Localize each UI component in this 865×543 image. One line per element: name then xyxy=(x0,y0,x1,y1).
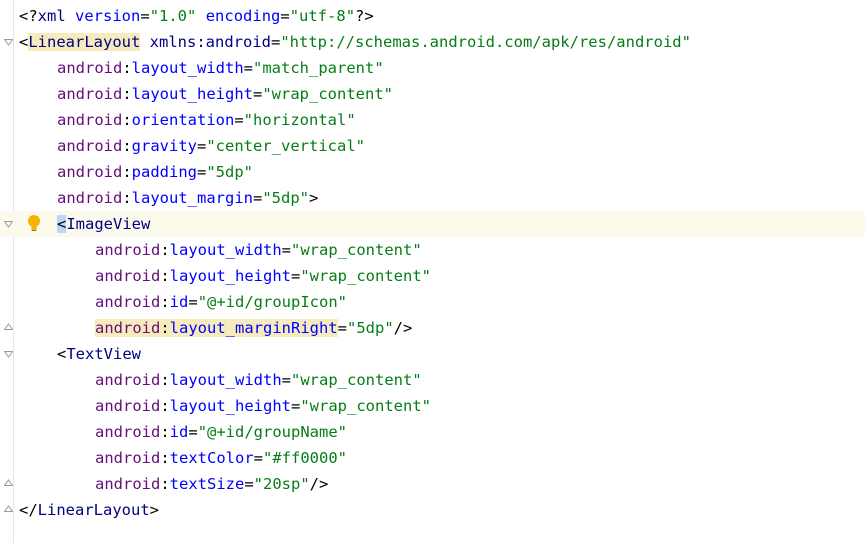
attr-value: "@+id/groupName" xyxy=(197,423,347,441)
attr-name: padding xyxy=(131,163,197,181)
code-line-5[interactable]: android:orientation="horizontal" xyxy=(0,107,865,133)
code-line-20[interactable]: </LinearLayout> xyxy=(0,497,865,523)
code-line-14[interactable]: <TextView xyxy=(0,341,865,367)
attr-namespace: android xyxy=(95,241,161,259)
attr-value: "5dp" xyxy=(347,319,394,337)
attr-namespace: android xyxy=(95,319,161,337)
attr-equals: = xyxy=(271,33,281,51)
code-line-15[interactable]: android:layout_width="wrap_content" xyxy=(0,367,865,393)
code-line-18[interactable]: android:textColor="#ff0000" xyxy=(0,445,865,471)
attr-name: layout_height xyxy=(169,267,291,285)
attr-namespace: android xyxy=(57,111,123,129)
tag-close-bracket: > xyxy=(309,189,319,207)
attr-name: layout_margin xyxy=(131,189,253,207)
code-line-16[interactable]: android:layout_height="wrap_content" xyxy=(0,393,865,419)
attr-name: layout_width xyxy=(169,241,282,259)
code-line-1[interactable]: <?xml version="1.0" encoding="utf-8"?> xyxy=(0,3,865,29)
attr-namespace: android xyxy=(95,371,161,389)
attr-name: textSize xyxy=(169,475,245,493)
attr-version-name: version xyxy=(75,7,141,25)
attr-namespace: android xyxy=(57,189,123,207)
fold-open-icon[interactable] xyxy=(4,37,13,46)
tag-open-bracket: < xyxy=(57,215,67,233)
attr-namespace: android xyxy=(95,475,161,493)
attr-encoding-name: encoding xyxy=(205,7,281,25)
attr-value: "20sp" xyxy=(253,475,310,493)
fold-end-icon[interactable] xyxy=(4,323,13,332)
attr-name: layout_width xyxy=(169,371,282,389)
code-editor[interactable]: <?xml version="1.0" encoding="utf-8"?> <… xyxy=(0,0,865,543)
attr-value: "horizontal" xyxy=(243,111,356,129)
attr-value: "wrap_content" xyxy=(291,241,422,259)
attr-namespace: android xyxy=(95,449,161,467)
attr-value: "wrap_content" xyxy=(300,397,431,415)
attr-xmlns-name: xmlns:android xyxy=(149,33,271,51)
closing-tag-open: </ xyxy=(19,501,38,519)
code-line-10[interactable]: android:layout_width="wrap_content" xyxy=(0,237,865,263)
attr-namespace: android xyxy=(95,267,161,285)
code-line-9-current[interactable]: <ImageView xyxy=(0,211,865,237)
attr-value: "match_parent" xyxy=(253,59,384,77)
code-line-2[interactable]: <LinearLayout xmlns:android="http://sche… xyxy=(0,29,865,55)
attr-name: layout_height xyxy=(131,85,253,103)
attr-namespace: android xyxy=(95,423,161,441)
closing-tag-close: > xyxy=(149,501,159,519)
tag-self-close: /> xyxy=(309,475,329,493)
attr-name: layout_width xyxy=(131,59,244,77)
attr-name: layout_height xyxy=(169,397,291,415)
xml-declaration-open: <? xyxy=(19,7,38,25)
tag-name-linearlayout-close: LinearLayout xyxy=(37,501,150,519)
code-line-8[interactable]: android:layout_margin="5dp"> xyxy=(0,185,865,211)
code-line-13[interactable]: android:layout_marginRight="5dp"/> xyxy=(0,315,865,341)
code-line-6[interactable]: android:gravity="center_vertical" xyxy=(0,133,865,159)
attr-value: "5dp" xyxy=(262,189,310,207)
code-line-4[interactable]: android:layout_height="wrap_content" xyxy=(0,81,865,107)
attr-value: "wrap_content" xyxy=(300,267,431,285)
fold-open-icon[interactable] xyxy=(4,219,13,228)
fold-end-icon[interactable] xyxy=(4,479,13,488)
attr-name: orientation xyxy=(131,111,235,129)
attr-namespace: android xyxy=(57,163,123,181)
tag-name-textview: TextView xyxy=(66,345,141,363)
attr-name: textColor xyxy=(169,449,254,467)
attr-name: id xyxy=(169,293,189,311)
tag-name-linearlayout: LinearLayout xyxy=(28,33,141,51)
attr-xmlns-value: "http://schemas.android.com/apk/res/andr… xyxy=(280,33,691,51)
fold-open-icon[interactable] xyxy=(4,349,13,358)
code-line-11[interactable]: android:layout_height="wrap_content" xyxy=(0,263,865,289)
attr-value: "wrap_content" xyxy=(291,371,422,389)
tag-self-close: /> xyxy=(393,319,413,337)
attr-namespace: android xyxy=(57,137,123,155)
tag-open-bracket: < xyxy=(19,33,29,51)
attr-value: "@+id/groupIcon" xyxy=(197,293,347,311)
attr-namespace: android xyxy=(57,59,123,77)
tag-name-imageview: ImageView xyxy=(66,215,151,233)
attr-value: "center_vertical" xyxy=(206,137,365,155)
attr-value: "#ff0000" xyxy=(263,449,348,467)
attr-name: gravity xyxy=(131,137,197,155)
attr-namespace: android xyxy=(95,293,161,311)
attr-name: id xyxy=(169,423,189,441)
tag-open-bracket: < xyxy=(57,345,67,363)
attr-name: layout_marginRight xyxy=(169,319,338,337)
code-line-17[interactable]: android:id="@+id/groupName" xyxy=(0,419,865,445)
lightbulb-icon[interactable] xyxy=(27,214,41,234)
attr-namespace: android xyxy=(57,85,123,103)
attr-version-value: "1.0" xyxy=(149,7,197,25)
code-line-3[interactable]: android:layout_width="match_parent" xyxy=(0,55,865,81)
attr-value: "5dp" xyxy=(206,163,254,181)
attr-value: "wrap_content" xyxy=(262,85,393,103)
xml-declaration-close: ?> xyxy=(355,7,374,25)
fold-end-icon[interactable] xyxy=(4,505,13,514)
code-line-7[interactable]: android:padding="5dp" xyxy=(0,159,865,185)
code-line-12[interactable]: android:id="@+id/groupIcon" xyxy=(0,289,865,315)
xml-declaration-name: xml xyxy=(37,7,66,25)
code-line-19[interactable]: android:textSize="20sp"/> xyxy=(0,471,865,497)
attr-encoding-value: "utf-8" xyxy=(289,7,356,25)
attr-namespace: android xyxy=(95,397,161,415)
